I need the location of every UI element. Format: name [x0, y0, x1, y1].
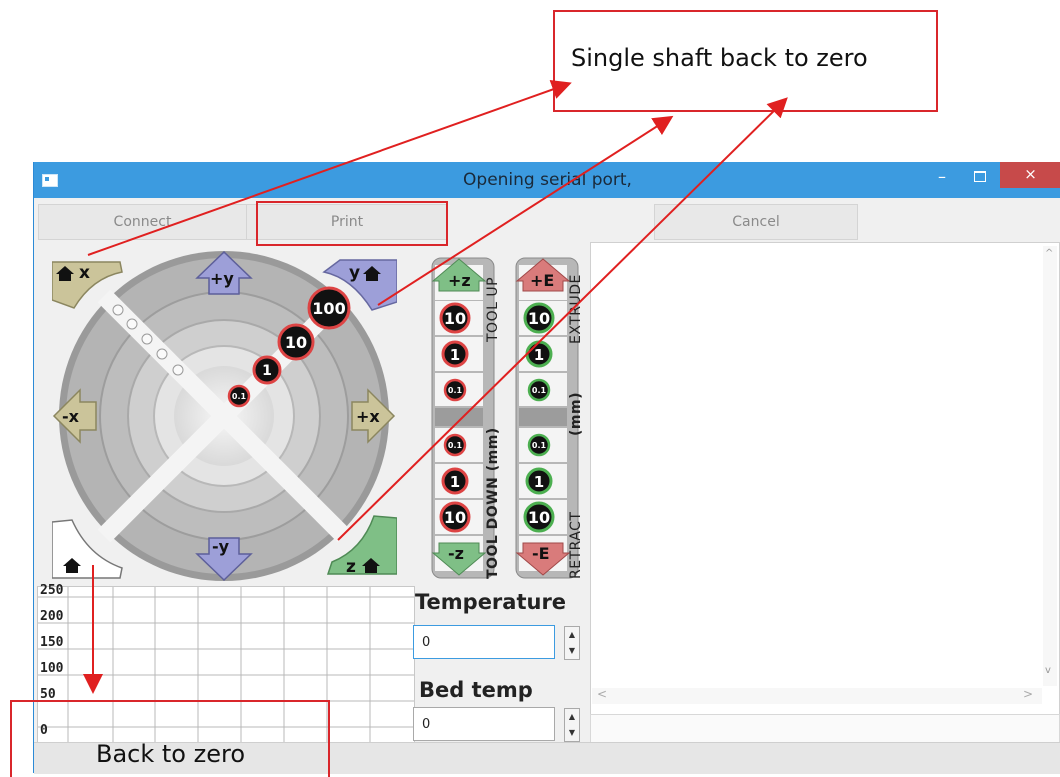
annotation-arrows — [83, 79, 788, 694]
arrow-home-y — [377, 115, 674, 306]
arrow-home-z — [337, 97, 788, 541]
